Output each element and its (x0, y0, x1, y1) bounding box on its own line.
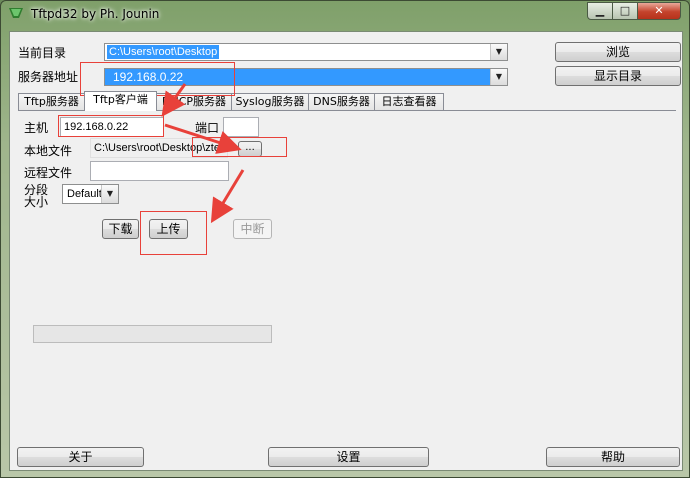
about-button[interactable]: 关于 (17, 447, 144, 467)
browse-button[interactable]: 浏览 (555, 42, 681, 62)
tab-syslog-server[interactable]: Syslog服务器 (231, 93, 309, 110)
local-file-browse-button[interactable]: ... (238, 141, 262, 157)
tab-log-viewer[interactable]: 日志查看器 (374, 93, 444, 110)
current-dir-value: C:\Users\root\Desktop (107, 45, 220, 59)
app-icon (9, 8, 23, 18)
host-input[interactable]: 192.168.0.22 (60, 117, 164, 137)
block-size-label-line2: 大小 (24, 195, 49, 209)
settings-button[interactable]: 设置 (268, 447, 429, 467)
maximize-button[interactable]: □ (612, 2, 638, 20)
server-addr-combo[interactable]: 192.168.0.22 ▼ (104, 68, 508, 86)
tftp-client-panel: 主机 192.168.0.22 端口 本地文件 C:\Users\root\De… (18, 110, 676, 441)
block-size-value: Default (67, 188, 102, 200)
minimize-button[interactable]: ▁ (587, 2, 613, 20)
close-button[interactable]: ✕ (637, 2, 681, 20)
help-button[interactable]: 帮助 (546, 447, 680, 467)
chevron-down-icon[interactable]: ▼ (101, 185, 118, 203)
show-dir-button[interactable]: 显示目录 (555, 66, 681, 86)
title-bar[interactable]: Tftpd32 by Ph. Jounin ▁ □ ✕ (1, 1, 689, 27)
port-input[interactable] (223, 117, 259, 137)
main-client-area: 当前目录 C:\Users\root\Desktop ▼ 浏览 服务器地址 19… (9, 31, 683, 471)
transfer-progress-bar (33, 325, 272, 343)
upload-button[interactable]: 上传 (149, 219, 188, 239)
port-label: 端口 (195, 121, 220, 135)
current-dir-combo[interactable]: C:\Users\root\Desktop ▼ (104, 43, 508, 61)
local-file-input[interactable]: C:\Users\root\Desktop\zte.h (90, 138, 228, 158)
server-addr-label: 服务器地址 (18, 70, 79, 84)
chevron-down-icon[interactable]: ▼ (490, 44, 507, 60)
local-file-label: 本地文件 (24, 144, 73, 158)
block-size-select[interactable]: Default ▼ (62, 184, 119, 204)
window-title: Tftpd32 by Ph. Jounin (31, 7, 160, 21)
tab-tftp-client[interactable]: Tftp客户端 (84, 91, 157, 111)
remote-file-input[interactable] (90, 161, 229, 181)
host-label: 主机 (24, 121, 49, 135)
chevron-down-icon[interactable]: ▼ (490, 69, 507, 85)
tab-tftp-server[interactable]: Tftp服务器 (18, 93, 85, 110)
abort-button[interactable]: 中断 (233, 219, 272, 239)
current-dir-label: 当前目录 (18, 46, 67, 60)
download-button[interactable]: 下载 (102, 219, 139, 239)
tab-dhcp-server[interactable]: DHCP服务器 (156, 93, 232, 110)
server-addr-value: 192.168.0.22 (111, 70, 186, 84)
tab-dns-server[interactable]: DNS服务器 (308, 93, 375, 110)
app-window: Tftpd32 by Ph. Jounin ▁ □ ✕ 当前目录 C:\User… (0, 0, 690, 478)
remote-file-label: 远程文件 (24, 166, 73, 180)
